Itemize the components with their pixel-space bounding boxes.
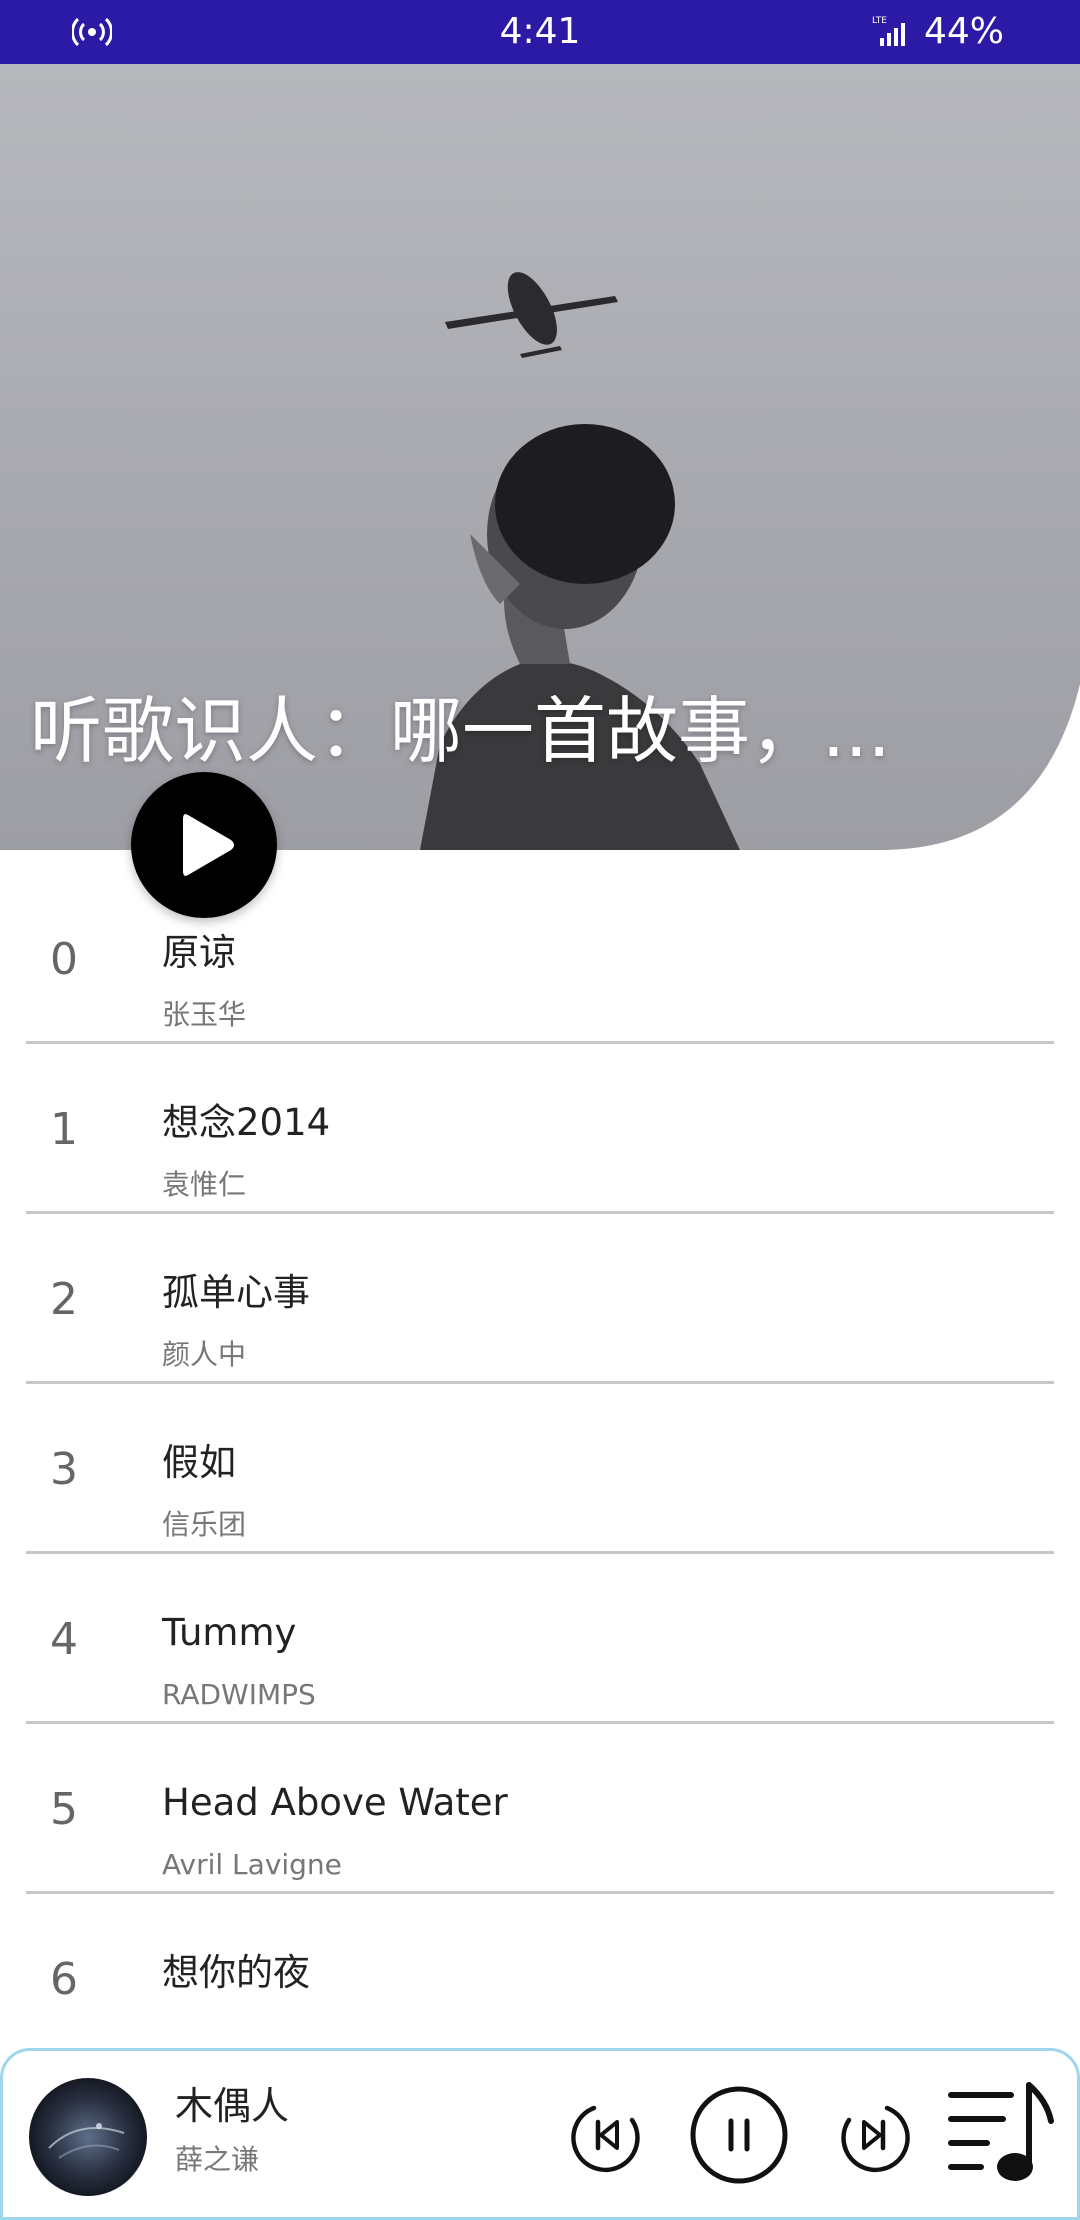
svg-text:LTE: LTE — [872, 16, 887, 26]
next-icon[interactable] — [831, 2094, 913, 2176]
playlist-title: 听歌识人：哪一首故事，... — [30, 689, 891, 773]
song-index: 4 — [50, 1614, 78, 1665]
playlist-icon[interactable] — [947, 2079, 1059, 2191]
mini-player[interactable]: 木偶人 薛之谦 — [0, 2048, 1080, 2220]
status-time: 4:41 — [499, 11, 581, 52]
song-artist: 袁惟仁 — [162, 1168, 247, 1201]
song-artist: RADWIMPS — [162, 1678, 316, 1711]
status-bar: 4:41 LTE 44% — [0, 0, 1080, 64]
song-title: Head Above Water — [162, 1781, 508, 1824]
song-row[interactable]: 1 想念2014 袁惟仁 — [0, 1041, 1080, 1214]
song-title: 想你的夜 — [162, 1951, 310, 1994]
song-row[interactable]: 2 孤单心事 颜人中 — [0, 1211, 1080, 1384]
song-index: 6 — [50, 1954, 78, 2005]
previous-icon[interactable] — [568, 2094, 650, 2176]
song-index: 5 — [50, 1784, 78, 1835]
song-artist: 颜人中 — [162, 1338, 247, 1371]
song-artist: 信乐团 — [162, 1508, 247, 1541]
song-index: 1 — [50, 1104, 78, 1155]
song-title: 孤单心事 — [162, 1271, 310, 1314]
song-row[interactable]: 3 假如 信乐团 — [0, 1381, 1080, 1554]
song-title: 原谅 — [162, 931, 236, 974]
song-row[interactable]: 4 Tummy RADWIMPS — [0, 1551, 1080, 1724]
song-title: Tummy — [162, 1611, 297, 1654]
album-art[interactable] — [29, 2078, 147, 2196]
song-artist: Avril Lavigne — [162, 1848, 342, 1881]
song-title: 假如 — [162, 1441, 236, 1484]
battery-level: 44% — [924, 11, 1005, 52]
song-list: 0 原谅 张玉华 1 想念2014 袁惟仁 2 孤单心事 颜人中 3 假如 信乐… — [0, 871, 1080, 2061]
playlist-header: 听歌识人：哪一首故事，... — [0, 64, 1080, 850]
song-index: 2 — [50, 1274, 78, 1325]
pause-icon[interactable] — [689, 2085, 789, 2185]
song-row[interactable]: 0 原谅 张玉华 — [0, 871, 1080, 1044]
now-playing-artist: 薛之谦 — [175, 2143, 260, 2176]
song-index: 0 — [50, 934, 78, 985]
song-row[interactable]: 5 Head Above Water Avril Lavigne — [0, 1721, 1080, 1894]
song-title: 想念2014 — [162, 1101, 331, 1144]
song-index: 3 — [50, 1444, 78, 1495]
song-row[interactable]: 6 想你的夜 — [0, 1891, 1080, 2061]
lte-signal-icon: LTE — [872, 16, 905, 46]
album-art-image — [48, 2123, 125, 2159]
song-artist: 张玉华 — [162, 998, 247, 1031]
now-playing-title: 木偶人 — [175, 2084, 290, 2128]
